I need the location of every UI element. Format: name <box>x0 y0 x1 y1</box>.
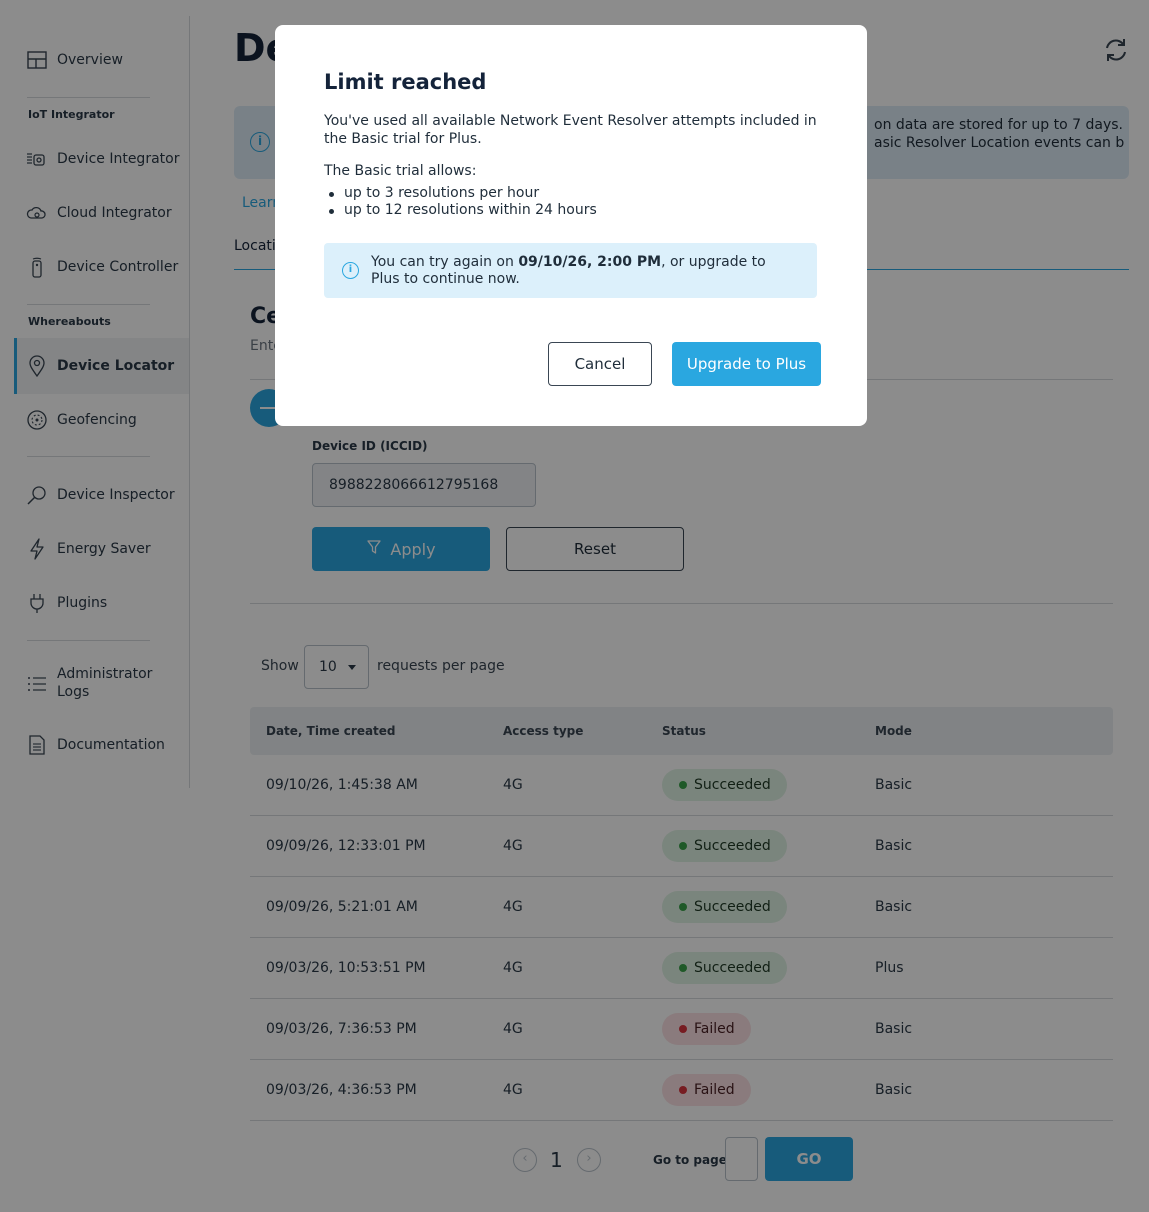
retry-note-text: You can try again on 09/10/26, 2:00 PM, … <box>371 254 791 288</box>
retry-note: i You can try again on 09/10/26, 2:00 PM… <box>324 243 817 298</box>
note-prefix: You can try again on <box>371 254 519 270</box>
retry-date: 09/10/26, 2:00 PM <box>518 254 662 270</box>
info-icon: i <box>342 262 359 279</box>
limit-reached-dialog: Limit reached You've used all available … <box>275 25 867 426</box>
limits-list: up to 3 resolutions per hour up to 12 re… <box>324 185 597 219</box>
list-item: up to 3 resolutions per hour <box>324 185 597 202</box>
dialog-message: You've used all available Network Event … <box>324 113 817 147</box>
list-item: up to 12 resolutions within 24 hours <box>324 202 597 219</box>
upgrade-to-plus-button[interactable]: Upgrade to Plus <box>672 342 821 386</box>
dialog-allows-label: The Basic trial allows: <box>324 163 477 179</box>
cancel-button[interactable]: Cancel <box>548 342 652 386</box>
dialog-title: Limit reached <box>324 70 487 94</box>
